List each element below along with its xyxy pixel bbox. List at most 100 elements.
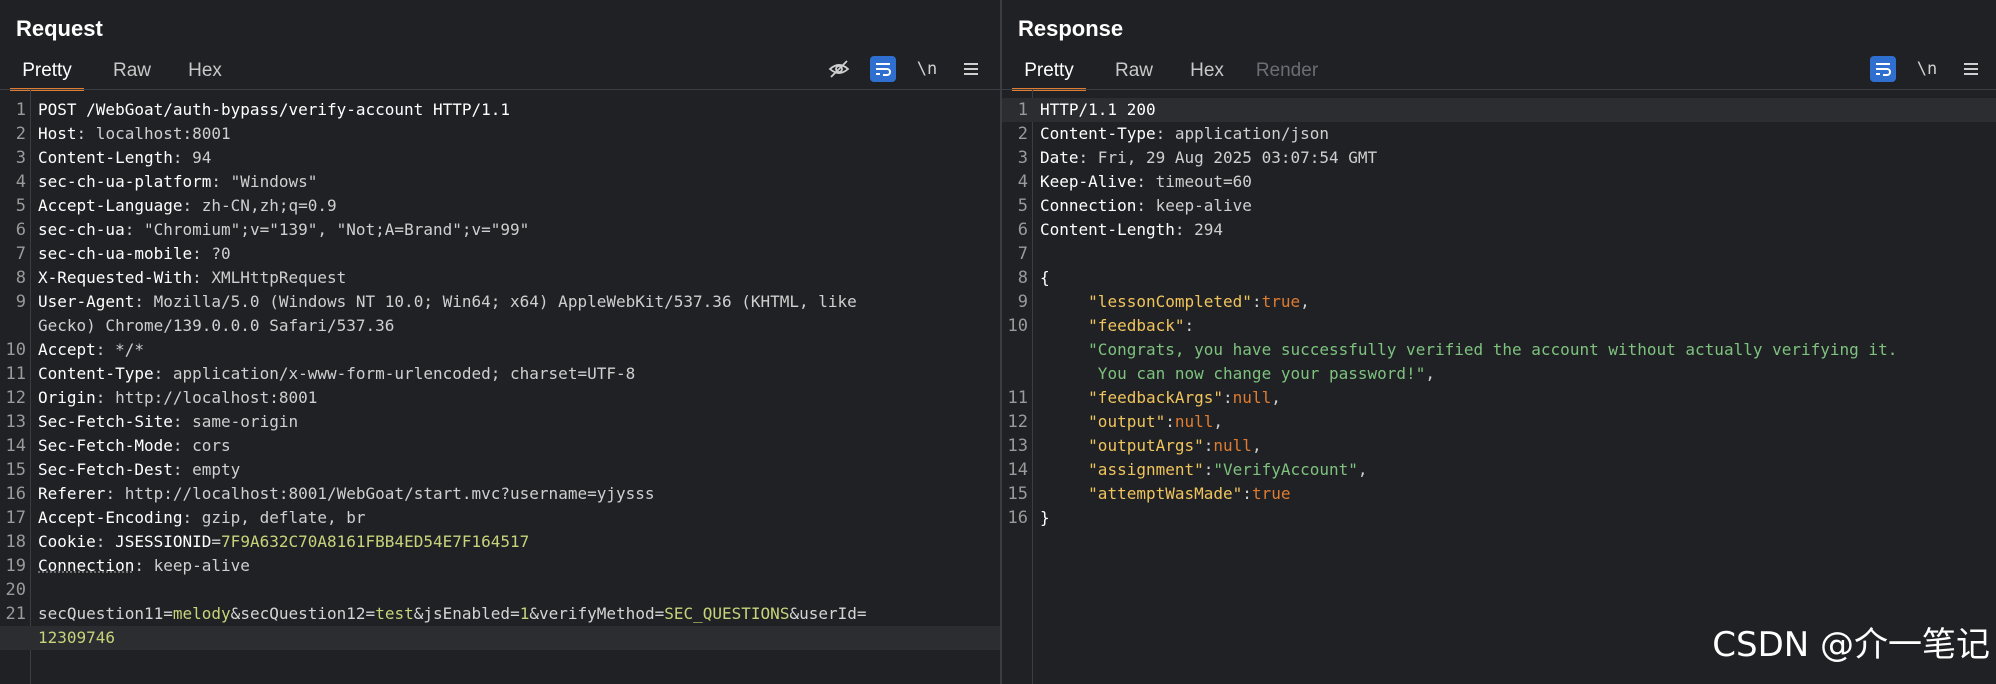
status-line: HTTP/1.1 200 <box>1040 100 1156 119</box>
watermark: CSDN @介一笔记 <box>1712 625 1990 665</box>
header-colon: : <box>134 292 144 311</box>
code-line: 15 "attemptWasMade":true <box>1002 482 1996 506</box>
line-content: Content-Length: 294 <box>1034 218 1223 242</box>
code-line: 10 Accept: */* <box>0 338 1000 362</box>
tab-request-raw[interactable]: Raw <box>104 56 160 88</box>
json-colon: : <box>1203 436 1214 455</box>
line-content: { <box>1034 266 1050 290</box>
header-name: Accept-Encoding <box>38 508 183 527</box>
header-value: */* <box>105 340 144 359</box>
line-content <box>1034 242 1040 266</box>
line-number: 10 <box>1007 316 1028 336</box>
code-line: 21 secQuestion11=melody&secQuestion12=tes… <box>0 602 1000 626</box>
line-number: 2 <box>1017 124 1028 144</box>
line-number: 9 <box>15 292 26 312</box>
tab-request-hex[interactable]: Hex <box>180 56 230 88</box>
line-content: "assignment":"VerifyAccount", <box>1034 458 1367 482</box>
response-pane: Response Pretty Raw Hex Render \n 1 HTTP/… <box>1002 0 1996 684</box>
header-name: Accept-Language <box>38 196 183 215</box>
line-content: Host: localhost:8001 <box>32 122 231 146</box>
line-content: Referer: http://localhost:8001/WebGoat/s… <box>32 482 655 506</box>
line-content: Sec-Fetch-Mode: cors <box>32 434 231 458</box>
line-number: 5 <box>15 196 26 216</box>
menu-icon[interactable] <box>1958 56 1984 82</box>
line-number: 12 <box>5 388 26 408</box>
header-name: sec-ch-ua-mobile <box>38 244 193 263</box>
line-number: 20 <box>5 580 26 600</box>
tab-response-raw[interactable]: Raw <box>1106 56 1162 88</box>
line-number: 2 <box>15 124 26 144</box>
line-number: 6 <box>1017 220 1028 240</box>
json-colon: : <box>1184 316 1195 335</box>
header-colon: : <box>124 220 135 239</box>
line-content: "feedback": <box>1034 314 1194 338</box>
newline-toggle-button[interactable]: \n <box>914 56 940 82</box>
line-content: You can now change your password!", <box>1034 362 1435 386</box>
json-key: "outputArgs" <box>1088 436 1204 455</box>
header-name: User-Agent <box>38 292 135 311</box>
param-separator: & <box>789 604 800 623</box>
code-line: 4 sec-ch-ua-platform: "Windows" <box>0 170 1000 194</box>
code-line: 2 Host: localhost:8001 <box>0 122 1000 146</box>
status-line: { <box>1040 268 1050 287</box>
header-value-continued: Gecko) Chrome/139.0.0.0 Safari/537.36 <box>38 316 395 335</box>
json-colon: : <box>1203 460 1214 479</box>
header-colon: : <box>172 436 183 455</box>
response-editor[interactable]: 1 HTTP/1.1 200 2 Content-Type: application/… <box>1002 90 1996 684</box>
line-content: Accept: */* <box>32 338 144 362</box>
code-line: 1 POST /WebGoat/auth-bypass/verify-accoun… <box>0 98 1000 122</box>
param-value: test <box>375 604 414 623</box>
line-number: 14 <box>5 436 26 456</box>
header-value: same-origin <box>182 412 299 431</box>
header-value: http://localhost:8001 <box>105 388 318 407</box>
line-content: HTTP/1.1 200 <box>1034 98 1156 122</box>
tab-response-render[interactable]: Render <box>1252 56 1322 88</box>
json-key: "output" <box>1088 412 1166 431</box>
tab-response-hex[interactable]: Hex <box>1182 56 1232 88</box>
menu-icon[interactable] <box>958 56 984 82</box>
line-content: User-Agent: Mozilla/5.0 (Windows NT 10.0… <box>32 290 857 314</box>
code-line: 13 "outputArgs":null, <box>1002 434 1996 458</box>
line-number: 13 <box>1007 436 1028 456</box>
newline-toggle-button[interactable]: \n <box>1914 56 1940 82</box>
header-colon: : <box>192 268 202 287</box>
header-value: keep-alive <box>1145 196 1252 215</box>
param-name: userId <box>799 604 857 623</box>
header-colon: : <box>172 460 183 479</box>
header-value <box>105 532 115 551</box>
line-number: 15 <box>1007 484 1028 504</box>
tab-response-pretty[interactable]: Pretty <box>1012 56 1086 91</box>
code-line: 3 Content-Length: 94 <box>0 146 1000 170</box>
wrap-lines-icon[interactable] <box>1870 56 1896 82</box>
response-lines: 1 HTTP/1.1 200 2 Content-Type: application/… <box>1002 98 1996 530</box>
json-value: null <box>1174 412 1214 431</box>
line-content: Connection: keep-alive <box>1034 194 1252 218</box>
cookie-name: JSESSIONID <box>115 532 212 551</box>
code-line: 19 Connection: keep-alive <box>0 554 1000 578</box>
line-content: "output":null, <box>1034 410 1223 434</box>
header-name: Keep-Alive <box>1040 172 1137 191</box>
line-content: Origin: http://localhost:8001 <box>32 386 317 410</box>
line-content: X-Requested-With: XMLHttpRequest <box>32 266 346 290</box>
header-value: cors <box>182 436 231 455</box>
wrap-lines-icon[interactable] <box>870 56 896 82</box>
code-line: 18 Cookie: JSESSIONID=7F9A632C70A8161FBB4… <box>0 530 1000 554</box>
line-content: Sec-Fetch-Site: same-origin <box>32 410 298 434</box>
line-number: 9 <box>1017 292 1028 312</box>
json-key: "attemptWasMade" <box>1088 484 1243 503</box>
header-colon: : <box>95 388 106 407</box>
request-editor[interactable]: 1 POST /WebGoat/auth-bypass/verify-accoun… <box>0 90 1000 684</box>
json-comma: , <box>1213 412 1224 431</box>
tab-request-pretty[interactable]: Pretty <box>10 56 84 91</box>
hide-non-printable-icon[interactable] <box>826 56 852 82</box>
request-pane: Request Pretty Raw Hex \n 1 POST /WebGoat… <box>0 0 1002 684</box>
request-tabs: Pretty Raw Hex <box>0 56 230 91</box>
line-number: 12 <box>1007 412 1028 432</box>
header-value: 294 <box>1184 220 1224 239</box>
param-separator: & <box>529 604 539 623</box>
request-title: Request <box>16 16 103 41</box>
header-colon: : <box>1174 220 1185 239</box>
line-number: 17 <box>5 508 26 528</box>
